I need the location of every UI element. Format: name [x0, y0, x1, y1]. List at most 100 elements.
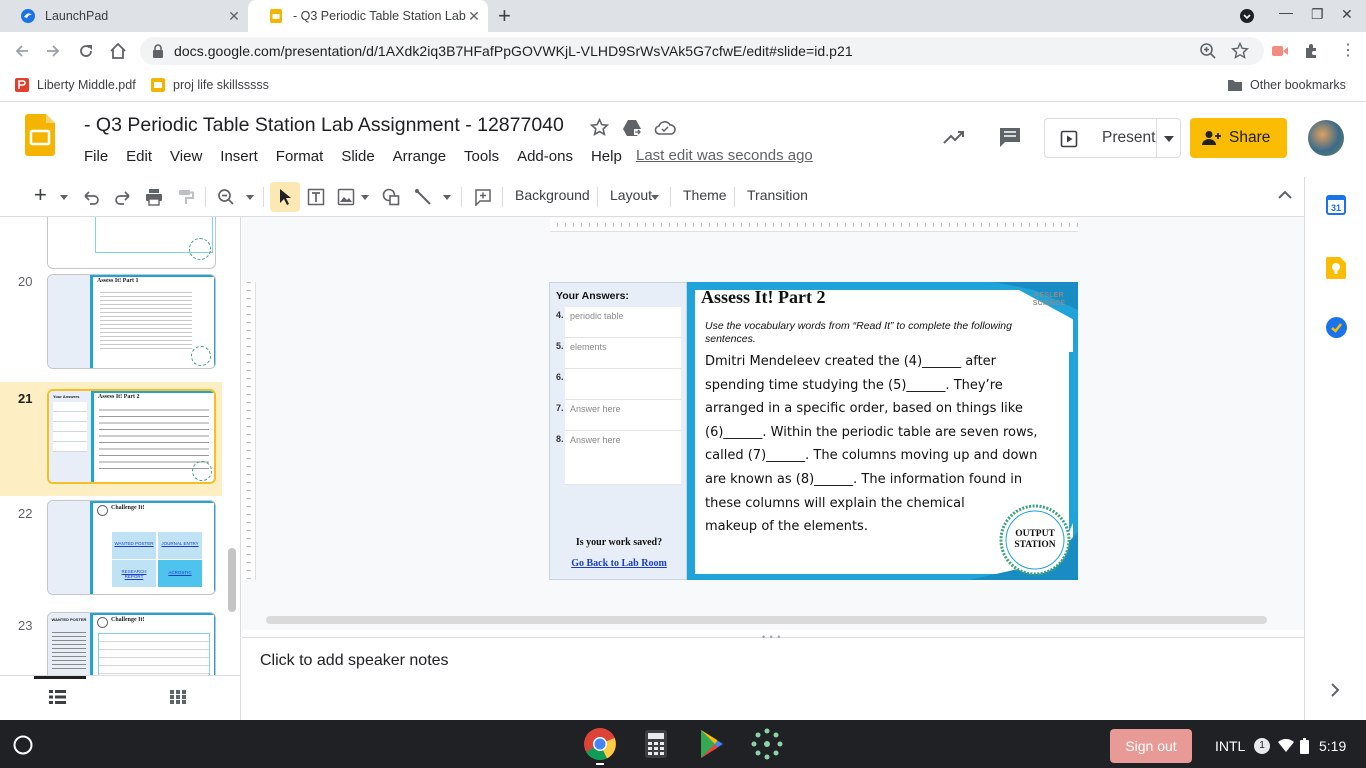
forward-icon[interactable] [43, 41, 63, 61]
menu-format[interactable]: Format [270, 146, 330, 167]
menu-tools[interactable]: Tools [458, 146, 505, 167]
speaker-notes-placeholder[interactable]: Click to add speaker notes [260, 652, 449, 670]
tab-search-icon[interactable] [1239, 8, 1255, 24]
slide-thumbnail[interactable]: Assess It! Part 1 [47, 274, 216, 369]
back-icon[interactable] [12, 41, 32, 61]
minimize-icon[interactable]: — [1279, 4, 1293, 20]
transition-button[interactable]: Transition [747, 187, 808, 203]
home-icon[interactable] [108, 41, 128, 61]
chevron-down-icon[interactable] [246, 195, 254, 200]
url-text[interactable]: docs.google.com/presentation/d/1AXdk2iq3… [174, 43, 853, 59]
bookmark-liberty-middle[interactable]: Liberty Middle.pdf [14, 77, 136, 93]
expand-chevron-right-icon[interactable] [1330, 683, 1340, 697]
zoom-icon[interactable] [217, 188, 235, 206]
user-avatar[interactable] [1308, 120, 1344, 156]
text-box-icon[interactable] [307, 188, 325, 206]
add-comment-icon[interactable] [474, 188, 492, 206]
theme-button[interactable]: Theme [683, 187, 727, 203]
wifi-icon[interactable] [1278, 739, 1294, 753]
slide-thumbnail[interactable]: Challenge It! WANTED POSTER JOURNAL ENTR… [47, 500, 216, 595]
menu-addons[interactable]: Add-ons [511, 146, 579, 167]
battery-icon[interactable] [1300, 738, 1309, 754]
undo-icon[interactable] [82, 188, 100, 206]
grid-view-icon[interactable] [170, 690, 186, 704]
lock-icon[interactable] [150, 43, 166, 59]
extensions-icon[interactable] [1303, 42, 1321, 60]
insert-image-icon[interactable] [337, 188, 355, 206]
menu-help[interactable]: Help [585, 146, 628, 167]
menu-edit[interactable]: Edit [120, 146, 158, 167]
slide-thumbnail[interactable] [47, 217, 216, 269]
new-slide-button[interactable]: + [30, 182, 73, 212]
background-button[interactable]: Background [515, 187, 590, 203]
calculator-icon[interactable] [639, 727, 673, 761]
chevron-down-icon[interactable] [361, 195, 369, 200]
chevron-down-icon[interactable] [651, 195, 659, 200]
menu-slide[interactable]: Slide [335, 146, 380, 167]
slide-row[interactable] [0, 217, 222, 269]
slides-logo-icon[interactable] [25, 114, 55, 156]
browser-menu-icon[interactable]: ⋮ [1340, 40, 1356, 60]
menu-insert[interactable]: Insert [214, 146, 264, 167]
reload-icon[interactable] [76, 41, 96, 61]
slide-row[interactable]: 23 WANTED POSTER Challenge It! [0, 610, 222, 675]
share-button[interactable]: Share [1190, 118, 1287, 158]
document-title[interactable]: - Q3 Periodic Table Station Lab Assignme… [84, 114, 564, 137]
bookmark-star-icon[interactable] [1231, 42, 1249, 60]
comments-icon[interactable] [998, 126, 1022, 148]
present-button[interactable]: Present [1044, 118, 1181, 158]
extension-record-icon[interactable] [1271, 43, 1289, 59]
menu-file[interactable]: File [78, 146, 114, 167]
slide-thumbnail[interactable]: WANTED POSTER Challenge It! [47, 612, 216, 675]
last-edit-link[interactable]: Last edit was seconds ago [636, 147, 813, 164]
tasks-icon[interactable] [1326, 317, 1347, 338]
collapse-chevron-up-icon[interactable] [1278, 190, 1292, 199]
calendar-icon[interactable]: 31 [1326, 195, 1346, 215]
layout-button[interactable]: Layout [610, 187, 652, 203]
dots-app-icon[interactable] [750, 727, 784, 761]
play-store-icon[interactable] [695, 727, 729, 761]
restore-icon[interactable]: ❐ [1311, 6, 1324, 23]
select-tool-button[interactable] [270, 182, 300, 212]
canvas-scrollbar[interactable] [266, 616, 1267, 624]
filmstrip-view-icon[interactable] [49, 690, 66, 704]
clock[interactable]: 5:19 [1319, 738, 1346, 754]
line-icon[interactable] [414, 188, 432, 206]
chrome-icon[interactable] [583, 727, 617, 761]
chevron-down-icon[interactable] [443, 195, 451, 200]
menu-arrange[interactable]: Arrange [387, 146, 452, 167]
paint-format-icon[interactable] [177, 188, 195, 206]
slide-thumbnail[interactable]: Your Answers Assess It! Part 2 [47, 389, 216, 484]
current-slide[interactable]: Your Answers: 4. periodic table 5. eleme… [549, 282, 1078, 580]
slide-row[interactable]: 22 Challenge It! WANTED POSTER JOURNAL E… [0, 498, 222, 610]
star-icon[interactable] [590, 118, 609, 137]
keep-icon[interactable] [1326, 257, 1346, 279]
filmstrip-scrollbar[interactable] [228, 548, 236, 612]
shape-icon[interactable] [382, 188, 400, 206]
chevron-down-icon[interactable] [60, 195, 68, 200]
speaker-notes[interactable]: • • • Click to add speaker notes [242, 632, 1304, 720]
chevron-down-icon[interactable] [1164, 136, 1174, 142]
menu-view[interactable]: View [164, 146, 208, 167]
redo-icon[interactable] [114, 188, 132, 206]
new-tab-icon[interactable]: + [498, 5, 511, 27]
close-tab-icon[interactable]: ✕ [466, 8, 482, 24]
other-bookmarks[interactable]: Other bookmarks [1227, 77, 1346, 93]
ime-indicator[interactable]: INTL [1215, 738, 1245, 754]
close-window-icon[interactable]: ✕ [1341, 6, 1353, 23]
zoom-icon[interactable] [1199, 42, 1217, 60]
move-to-drive-icon[interactable] [622, 118, 642, 137]
close-tab-icon[interactable]: ✕ [226, 8, 242, 24]
launcher-icon[interactable] [12, 734, 34, 756]
slide-row[interactable]: 20 Assess It! Part 1 [0, 266, 222, 378]
tab-slides[interactable]: - Q3 Periodic Table Station Lab A ✕ [248, 0, 488, 32]
cloud-status-icon[interactable] [654, 119, 676, 136]
sign-out-button[interactable]: Sign out [1110, 729, 1192, 763]
print-icon[interactable] [145, 188, 163, 206]
slide-row-selected[interactable]: 21 Your Answers Assess It! Part 2 [0, 382, 222, 496]
tab-launchpad[interactable]: LaunchPad ✕ [0, 0, 248, 32]
bookmark-proj-life-skills[interactable]: proj life skillsssss [150, 77, 269, 93]
activity-trend-icon[interactable] [942, 127, 966, 147]
notification-count[interactable]: 1 [1254, 738, 1270, 754]
resize-handle-icon[interactable]: • • • [762, 632, 781, 642]
